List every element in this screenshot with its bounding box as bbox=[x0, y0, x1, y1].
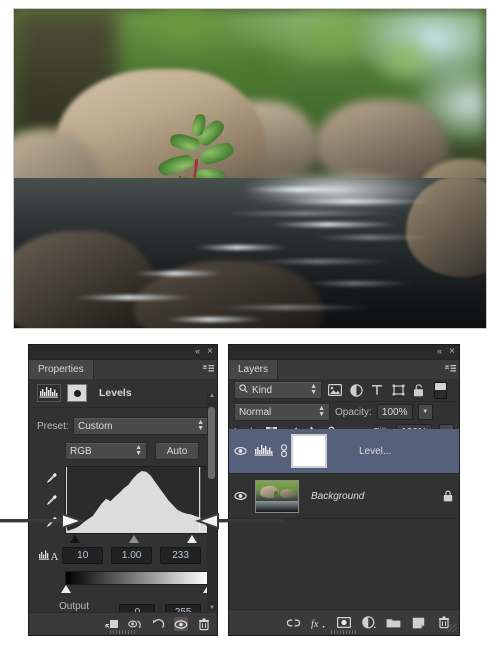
photograph-canvas bbox=[13, 8, 487, 329]
chevron-updown-icon: ▲ ▼ bbox=[310, 383, 317, 396]
link-layers-icon[interactable] bbox=[286, 615, 301, 630]
layer-visibility-toggle[interactable] bbox=[229, 446, 251, 456]
new-adjustment-layer-icon[interactable] bbox=[361, 615, 376, 630]
table-row[interactable]: Level... bbox=[229, 429, 459, 474]
properties-titlebar: « × bbox=[29, 345, 217, 360]
panel-menu-icon[interactable] bbox=[199, 360, 217, 379]
preset-select[interactable]: Custom ▲ ▼ bbox=[73, 417, 209, 435]
filter-pixel-layers-icon[interactable] bbox=[327, 383, 343, 397]
layer-style-fx-icon[interactable]: fx bbox=[311, 615, 326, 630]
blend-mode-row: Normal ▲ ▼ Opacity: 100% ▼ bbox=[229, 402, 459, 422]
layers-panel: « × Layers Kind ▲ ▼ Normal ▲ ▼ Opacity: … bbox=[228, 344, 460, 636]
layer-locked-icon bbox=[437, 490, 459, 502]
opacity-label: Opacity: bbox=[335, 406, 372, 418]
properties-panel: « × Properties Levels Preset: Custom ▲ ▼… bbox=[28, 344, 218, 636]
delete-icon[interactable] bbox=[197, 617, 211, 631]
scroll-down-icon[interactable]: ▼ bbox=[209, 605, 215, 611]
panel-corner-grip[interactable] bbox=[447, 624, 457, 632]
layers-tab-row: Layers bbox=[229, 360, 459, 379]
scroll-up-icon[interactable]: ▲ bbox=[209, 393, 215, 399]
close-icon[interactable]: × bbox=[449, 346, 455, 357]
output-levels-slider-track[interactable] bbox=[61, 585, 213, 595]
midtone-slider[interactable] bbox=[128, 535, 139, 543]
histogram-area bbox=[37, 466, 209, 534]
midtone-input-field[interactable]: 1.00 bbox=[111, 547, 153, 564]
auto-button[interactable]: Auto bbox=[155, 442, 199, 460]
levels-layer-thumbnail[interactable] bbox=[251, 438, 277, 464]
set-gray-point-eyedropper[interactable] bbox=[43, 492, 59, 508]
svg-text:fx: fx bbox=[311, 618, 319, 628]
preset-row: Preset: Custom ▲ ▼ bbox=[37, 417, 209, 435]
channel-row: RGB ▲ ▼ Auto bbox=[37, 442, 209, 460]
layer-mask-icon bbox=[67, 384, 87, 402]
collapse-icon[interactable]: « bbox=[437, 346, 442, 357]
close-icon[interactable]: × bbox=[207, 346, 213, 357]
table-row[interactable]: Background bbox=[229, 474, 459, 519]
chevron-updown-icon: ▲ ▼ bbox=[135, 444, 142, 457]
levels-histogram[interactable] bbox=[65, 466, 209, 534]
preset-value: Custom bbox=[78, 420, 113, 432]
filter-kind-select[interactable]: Kind ▲ ▼ bbox=[234, 381, 322, 399]
tab-row-filler bbox=[278, 360, 441, 379]
filter-shape-layers-icon[interactable] bbox=[390, 383, 406, 397]
add-layer-mask-icon[interactable] bbox=[336, 615, 351, 630]
levels-header: Levels bbox=[29, 379, 217, 408]
layer-mask-thumbnail[interactable] bbox=[291, 434, 327, 468]
filter-smart-objects-icon[interactable] bbox=[411, 383, 427, 397]
panel-resize-grip[interactable] bbox=[331, 630, 357, 634]
layer-filter-row: Kind ▲ ▼ bbox=[229, 379, 459, 402]
panel-title: Levels bbox=[99, 387, 132, 399]
view-previous-state-icon[interactable] bbox=[128, 617, 142, 631]
tab-row-filler bbox=[93, 360, 199, 379]
blend-mode-select[interactable]: Normal ▲ ▼ bbox=[234, 403, 330, 421]
eyedropper-tools bbox=[37, 466, 65, 534]
levels-indicator-icon: A bbox=[37, 549, 62, 563]
properties-scrollbar[interactable]: ▲ ▼ bbox=[207, 393, 216, 611]
svg-text:A: A bbox=[50, 551, 58, 563]
opacity-stepper[interactable]: ▼ bbox=[417, 404, 433, 420]
set-black-point-eyedropper[interactable] bbox=[43, 470, 59, 486]
black-point-slider[interactable] bbox=[70, 535, 81, 543]
channel-select[interactable]: RGB ▲ ▼ bbox=[65, 442, 147, 460]
search-icon bbox=[239, 384, 248, 396]
scrollbar-thumb[interactable] bbox=[208, 407, 215, 479]
properties-tab-row: Properties bbox=[29, 360, 217, 379]
output-black-slider[interactable] bbox=[61, 585, 71, 593]
background-layer-thumbnail[interactable] bbox=[255, 479, 299, 513]
set-white-point-eyedropper[interactable] bbox=[43, 514, 59, 530]
shadow-input-field[interactable]: 10 bbox=[62, 547, 104, 564]
tab-layers[interactable]: Layers bbox=[229, 360, 279, 379]
layer-visibility-toggle[interactable] bbox=[229, 491, 251, 501]
filter-enable-toggle[interactable] bbox=[434, 381, 447, 399]
opacity-value-field[interactable]: 100% bbox=[376, 404, 413, 420]
white-point-slider[interactable] bbox=[187, 535, 198, 543]
highlight-input-field[interactable]: 233 bbox=[160, 547, 201, 564]
new-group-icon[interactable] bbox=[386, 615, 401, 630]
layers-titlebar: « × bbox=[229, 345, 459, 360]
tab-properties[interactable]: Properties bbox=[29, 360, 94, 379]
input-levels-fields: A 10 1.00 233 bbox=[37, 547, 209, 564]
layer-name[interactable]: Level... bbox=[327, 446, 459, 457]
filter-kind-label: Kind bbox=[252, 384, 273, 396]
new-layer-icon[interactable] bbox=[411, 615, 426, 630]
panel-menu-icon[interactable] bbox=[441, 360, 459, 379]
layer-list: Level... Background bbox=[229, 429, 459, 609]
filter-type-layers-icon[interactable] bbox=[369, 383, 385, 397]
collapse-icon[interactable]: « bbox=[195, 346, 200, 357]
filter-adjustment-layers-icon[interactable] bbox=[348, 383, 364, 397]
link-mask-icon[interactable] bbox=[277, 444, 291, 458]
output-levels-gradient bbox=[65, 571, 209, 585]
chevron-updown-icon: ▲ ▼ bbox=[318, 405, 325, 418]
clip-to-layer-icon[interactable] bbox=[105, 617, 119, 631]
reset-icon[interactable] bbox=[151, 617, 165, 631]
chevron-updown-icon: ▲ ▼ bbox=[197, 419, 204, 432]
preset-label: Preset: bbox=[37, 420, 69, 432]
channel-value: RGB bbox=[70, 445, 92, 457]
toggle-visibility-icon[interactable] bbox=[174, 617, 188, 631]
blend-mode-value: Normal bbox=[239, 406, 272, 418]
input-levels-slider-track[interactable] bbox=[65, 534, 209, 546]
levels-adjustment-icon bbox=[37, 384, 61, 402]
layer-name[interactable]: Background bbox=[299, 491, 437, 502]
panel-resize-grip[interactable] bbox=[110, 630, 136, 634]
